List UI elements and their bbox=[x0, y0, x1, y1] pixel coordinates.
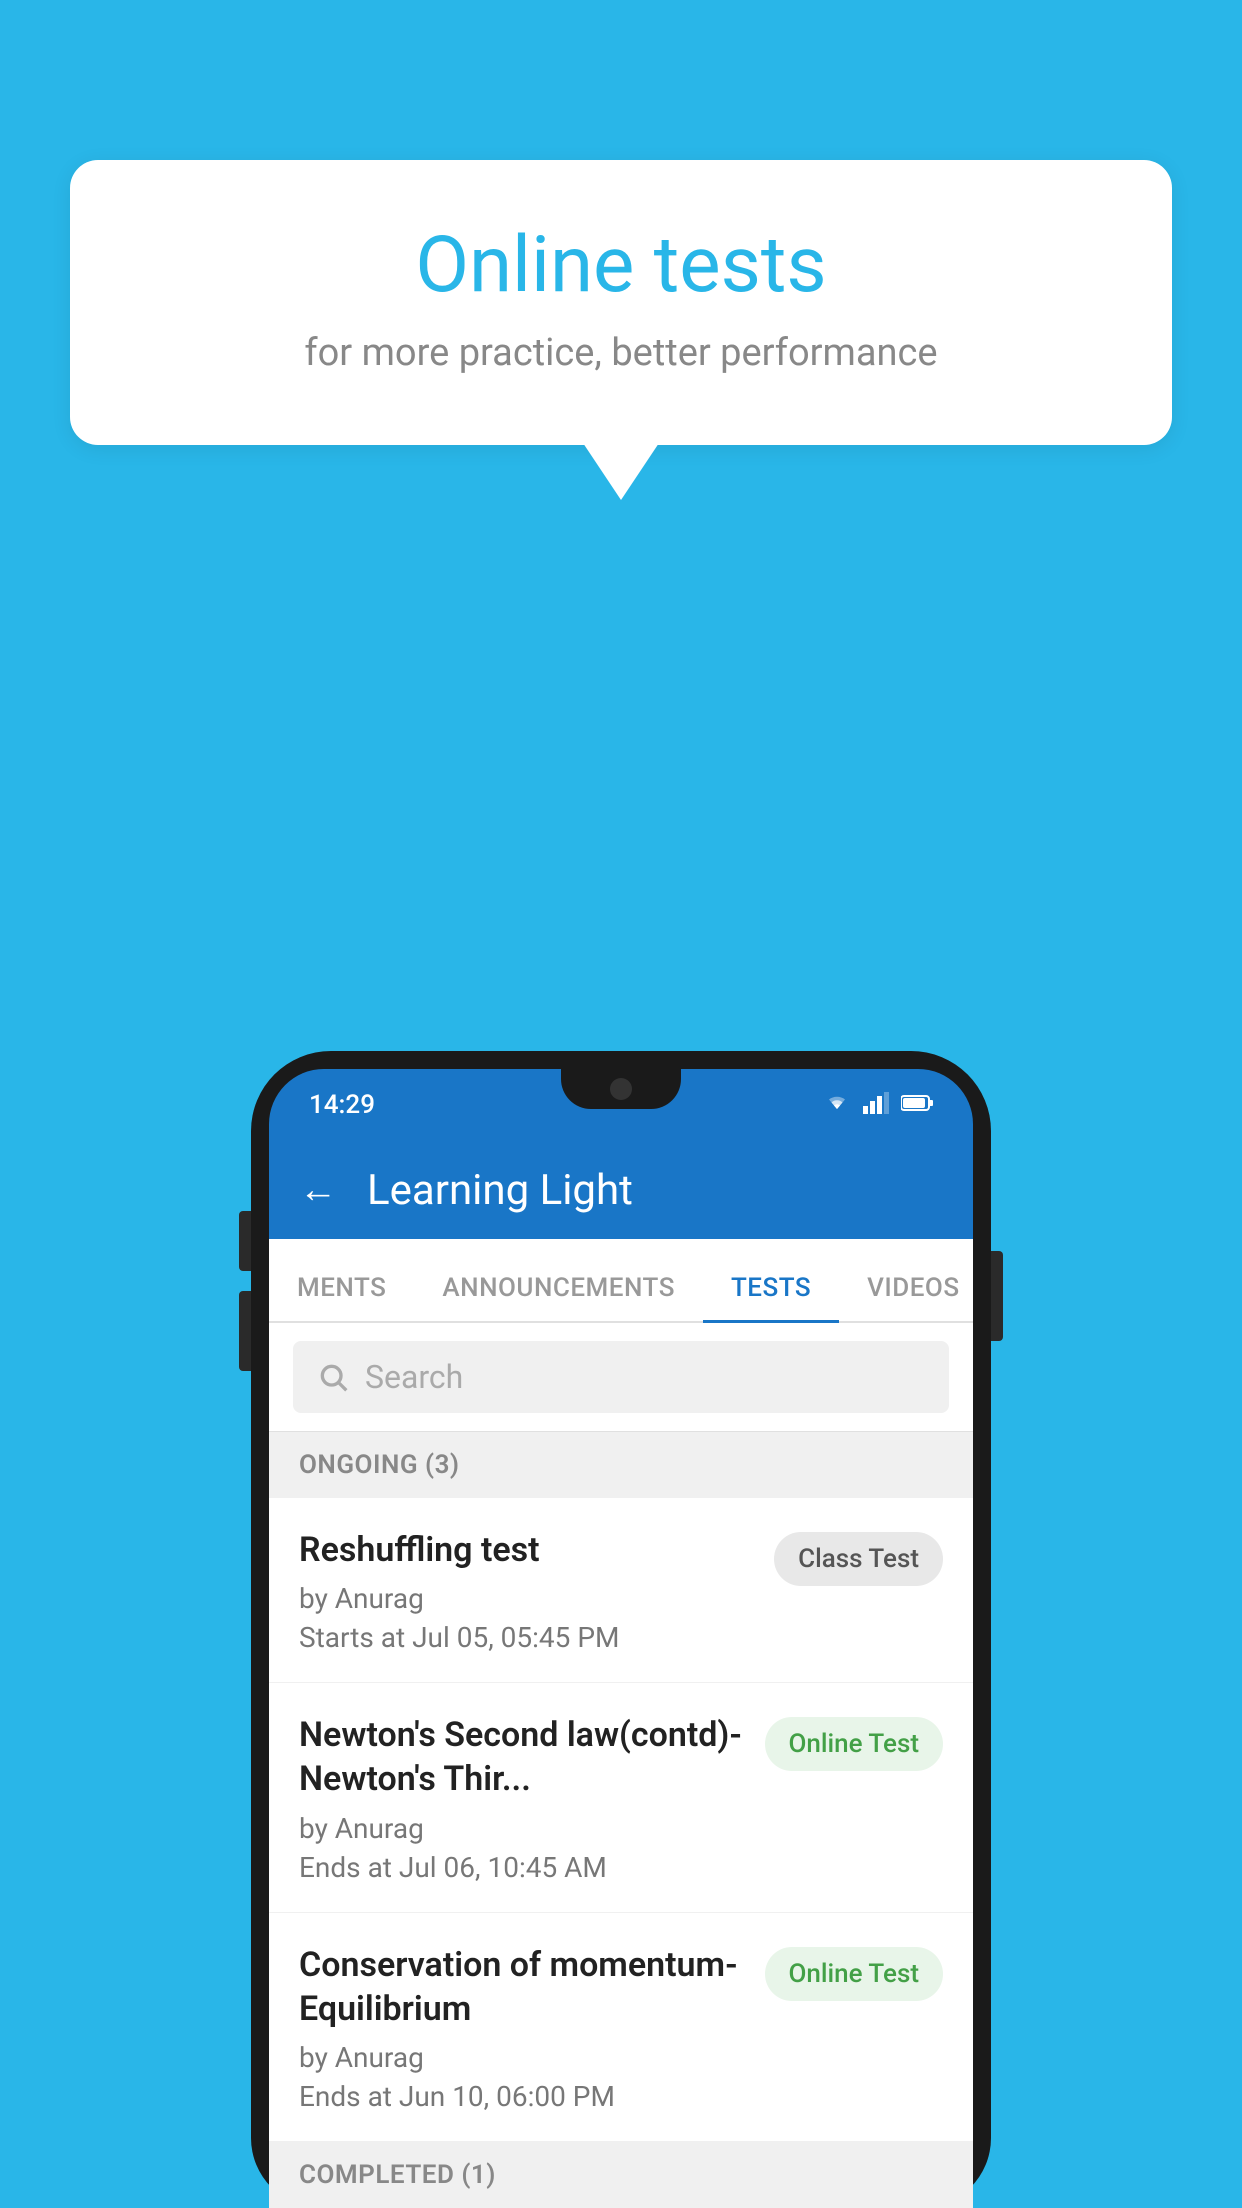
search-placeholder: Search bbox=[365, 1358, 463, 1396]
search-container: Search bbox=[269, 1323, 973, 1432]
status-time: 14:29 bbox=[309, 1090, 375, 1120]
test-badge-reshuffling: Class Test bbox=[774, 1532, 943, 1586]
ongoing-section-header: ONGOING (3) bbox=[269, 1432, 973, 1498]
test-badge-newton: Online Test bbox=[765, 1717, 944, 1771]
volume-down-button bbox=[239, 1291, 251, 1371]
search-bar[interactable]: Search bbox=[293, 1341, 949, 1413]
phone-outer: 14:29 bbox=[251, 1051, 991, 2208]
tab-tests[interactable]: TESTS bbox=[703, 1273, 839, 1321]
battery-icon bbox=[901, 1094, 933, 1116]
back-button[interactable]: ← bbox=[299, 1168, 337, 1212]
app-header-title: Learning Light bbox=[367, 1166, 633, 1215]
tab-videos[interactable]: VIDEOS bbox=[839, 1273, 973, 1321]
speech-bubble: Online tests for more practice, better p… bbox=[70, 160, 1172, 445]
camera bbox=[610, 1078, 632, 1100]
test-by-newton: by Anurag bbox=[299, 1812, 745, 1845]
test-info-newton: Newton's Second law(contd)-Newton's Thir… bbox=[299, 1713, 745, 1883]
test-list: Reshuffling test by Anurag Starts at Jul… bbox=[269, 1498, 973, 2142]
completed-section-header: COMPLETED (1) bbox=[269, 2142, 973, 2208]
test-name-newton: Newton's Second law(contd)-Newton's Thir… bbox=[299, 1713, 745, 1801]
test-info-reshuffling: Reshuffling test by Anurag Starts at Jul… bbox=[299, 1528, 754, 1654]
notch bbox=[561, 1069, 681, 1109]
search-icon bbox=[317, 1361, 349, 1393]
bubble-subtitle: for more practice, better performance bbox=[150, 331, 1092, 375]
status-bar: 14:29 bbox=[269, 1069, 973, 1141]
wifi-icon bbox=[823, 1091, 851, 1119]
test-item-conservation[interactable]: Conservation of momentum-Equilibrium by … bbox=[269, 1913, 973, 2142]
app-header: ← Learning Light bbox=[269, 1141, 973, 1239]
test-item-newton[interactable]: Newton's Second law(contd)-Newton's Thir… bbox=[269, 1683, 973, 1912]
power-button bbox=[991, 1251, 1003, 1341]
ongoing-title: ONGOING (3) bbox=[299, 1450, 460, 1480]
status-icons bbox=[823, 1091, 933, 1119]
completed-title: COMPLETED (1) bbox=[299, 2160, 496, 2190]
test-name-reshuffling: Reshuffling test bbox=[299, 1528, 754, 1572]
test-info-conservation: Conservation of momentum-Equilibrium by … bbox=[299, 1943, 745, 2113]
test-by-reshuffling: by Anurag bbox=[299, 1582, 754, 1615]
tabs-bar: MENTS ANNOUNCEMENTS TESTS VIDEOS bbox=[269, 1239, 973, 1323]
test-date-newton: Ends at Jul 06, 10:45 AM bbox=[299, 1851, 745, 1884]
volume-up-button bbox=[239, 1211, 251, 1271]
signal-icon bbox=[863, 1092, 889, 1118]
speech-bubble-container: Online tests for more practice, better p… bbox=[70, 160, 1172, 445]
bubble-title: Online tests bbox=[150, 220, 1092, 311]
app-screen: ← Learning Light MENTS ANNOUNCEMENTS TES… bbox=[269, 1141, 973, 2208]
test-item-reshuffling[interactable]: Reshuffling test by Anurag Starts at Jul… bbox=[269, 1498, 973, 1683]
test-by-conservation: by Anurag bbox=[299, 2041, 745, 2074]
phone-mockup: 14:29 bbox=[251, 1051, 991, 2208]
test-date-reshuffling: Starts at Jul 05, 05:45 PM bbox=[299, 1621, 754, 1654]
test-badge-conservation: Online Test bbox=[765, 1947, 944, 2001]
test-name-conservation: Conservation of momentum-Equilibrium bbox=[299, 1943, 745, 2031]
tab-announcements[interactable]: ANNOUNCEMENTS bbox=[414, 1273, 703, 1321]
tab-ments[interactable]: MENTS bbox=[269, 1273, 414, 1321]
test-date-conservation: Ends at Jun 10, 06:00 PM bbox=[299, 2080, 745, 2113]
